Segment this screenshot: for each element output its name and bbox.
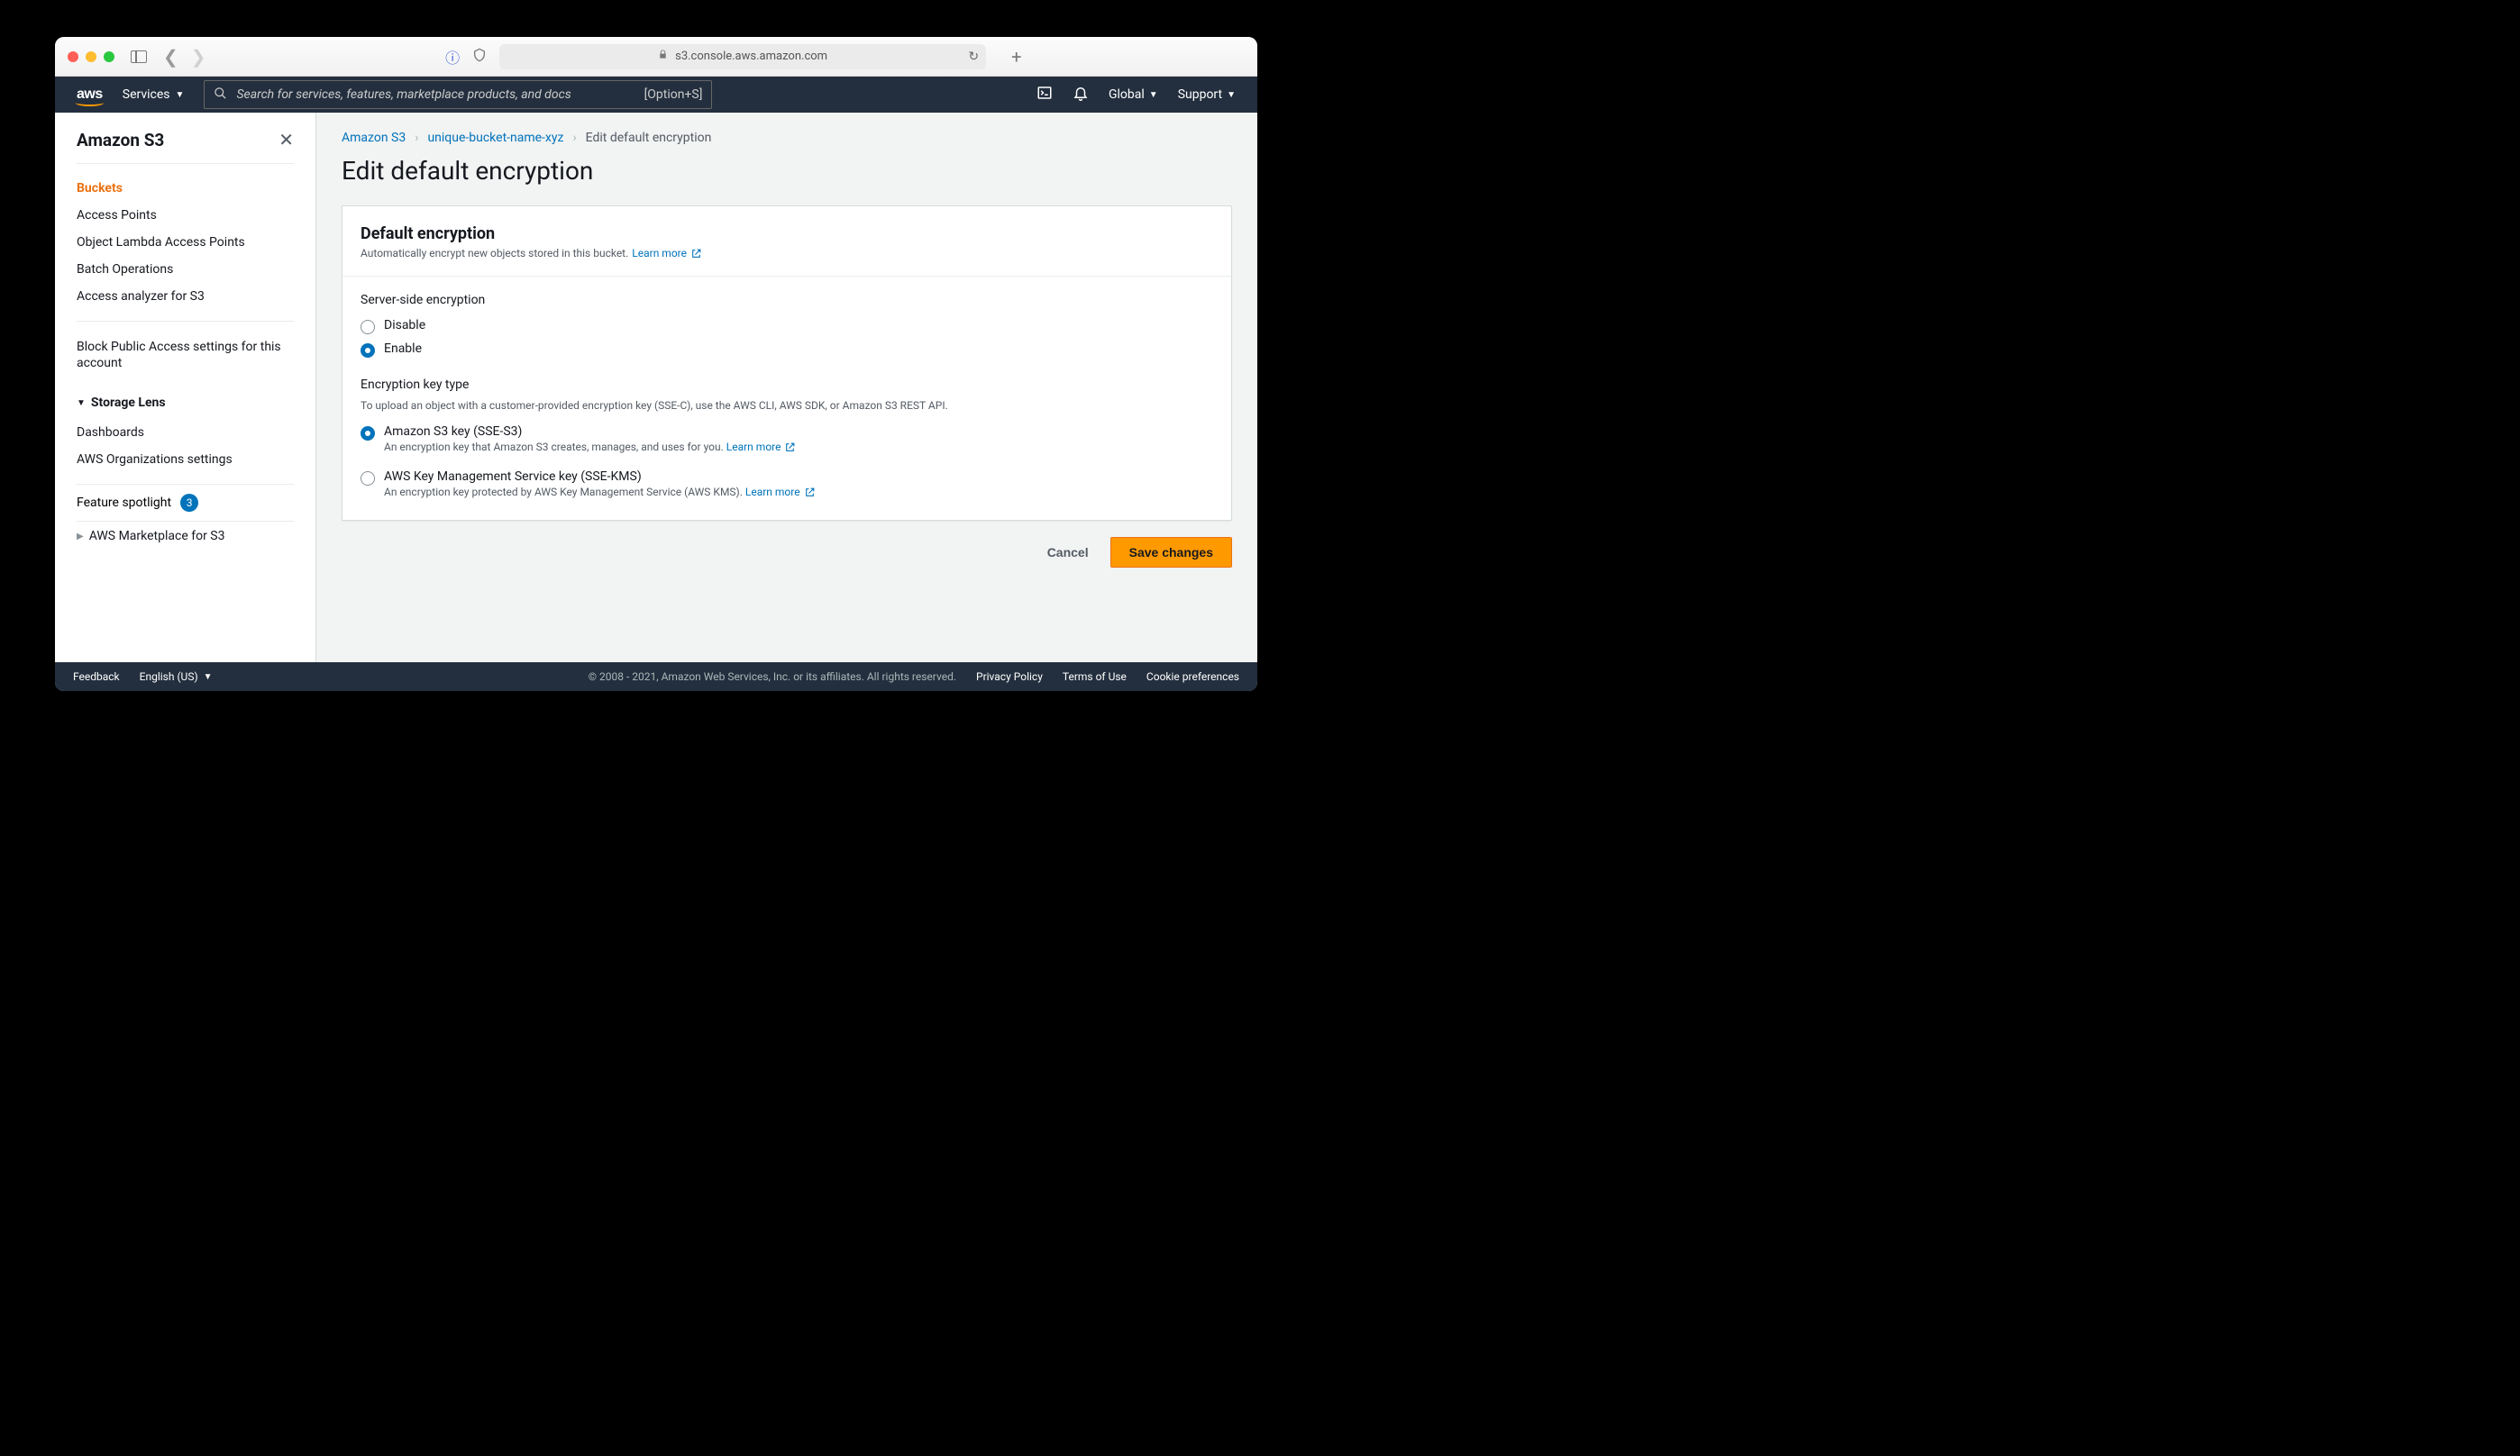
page-title: Edit default encryption [342, 156, 1232, 186]
traffic-lights [68, 51, 114, 62]
feature-spotlight[interactable]: Feature spotlight 3 [55, 485, 315, 521]
search-shortcut: [Option+S] [644, 87, 703, 102]
keytype-label: Encryption key type [361, 378, 1213, 392]
external-link-icon [804, 487, 816, 498]
aws-logo[interactable]: aws [77, 86, 103, 103]
breadcrumb-current: Edit default encryption [586, 131, 712, 145]
toggle-sidebar-icon[interactable] [131, 50, 147, 63]
sidebar-item-access-points[interactable]: Access Points [55, 202, 315, 229]
privacy-report-icon[interactable] [472, 48, 487, 66]
learn-more-link[interactable]: Learn more [745, 486, 816, 498]
save-changes-button[interactable]: Save changes [1110, 537, 1232, 568]
cookie-link[interactable]: Cookie preferences [1146, 670, 1239, 683]
browser-toolbar: ❮ ❯ ⓘ s3.console.aws.amazon.com ↻ + [55, 37, 1257, 77]
refresh-icon[interactable]: ↻ [968, 50, 979, 64]
sidebar-item-buckets[interactable]: Buckets [55, 175, 315, 202]
window-close-button[interactable] [68, 51, 78, 62]
breadcrumb: Amazon S3 › unique-bucket-name-xyz › Edi… [342, 131, 1232, 145]
chevron-down-icon: ▼ [204, 672, 213, 682]
radio-keytype-sse-s3[interactable]: Amazon S3 key (SSE-S3) An encryption key… [361, 421, 1213, 457]
nav-back-icon[interactable]: ❮ [163, 46, 178, 68]
region-selector[interactable]: Global▼ [1109, 87, 1158, 102]
sse-label: Server-side encryption [361, 293, 1213, 307]
action-row: Cancel Save changes [342, 537, 1232, 568]
new-tab-button[interactable]: + [1011, 46, 1021, 68]
chevron-down-icon: ▼ [1227, 90, 1236, 100]
language-selector[interactable]: English (US) ▼ [140, 670, 213, 683]
chevron-right-icon: › [572, 131, 576, 145]
panel-description: Automatically encrypt new objects stored… [361, 247, 628, 259]
aws-header: aws Services ▼ Search for services, feat… [55, 77, 1257, 113]
cloudshell-icon[interactable] [1036, 85, 1053, 105]
close-icon[interactable]: ✕ [278, 129, 294, 150]
chevron-right-icon: ▶ [77, 532, 84, 541]
learn-more-link[interactable]: Learn more [632, 247, 702, 259]
sidebar-item-org-settings[interactable]: AWS Organizations settings [55, 446, 315, 473]
sidebar-title: Amazon S3 [77, 130, 164, 150]
browser-window: ❮ ❯ ⓘ s3.console.aws.amazon.com ↻ + aws … [55, 37, 1257, 691]
global-search[interactable]: Search for services, features, marketpla… [204, 80, 712, 109]
learn-more-link[interactable]: Learn more [726, 441, 797, 453]
sidebar-item-object-lambda[interactable]: Object Lambda Access Points [55, 229, 315, 256]
panel-title: Default encryption [361, 224, 1213, 243]
breadcrumb-root[interactable]: Amazon S3 [342, 131, 406, 145]
footer: Feedback English (US) ▼ © 2008 - 2021, A… [55, 662, 1257, 691]
sidebar-item-marketplace[interactable]: ▶ AWS Marketplace for S3 [55, 522, 315, 551]
services-menu[interactable]: Services ▼ [123, 87, 185, 102]
privacy-link[interactable]: Privacy Policy [976, 670, 1043, 683]
notifications-icon[interactable] [1073, 85, 1089, 105]
cancel-button[interactable]: Cancel [1047, 545, 1089, 560]
services-label: Services [123, 87, 170, 102]
chevron-down-icon: ▼ [77, 398, 86, 408]
window-minimize-button[interactable] [86, 51, 96, 62]
copyright-text: © 2008 - 2021, Amazon Web Services, Inc.… [589, 670, 956, 683]
radio-icon [361, 343, 375, 358]
radio-sse-enable[interactable]: Enable [361, 338, 1213, 361]
radio-sse-disable[interactable]: Disable [361, 314, 1213, 338]
sidebar-item-block-public-access[interactable]: Block Public Access settings for this ac… [55, 332, 315, 378]
terms-link[interactable]: Terms of Use [1063, 670, 1127, 683]
radio-icon [361, 471, 375, 486]
search-icon [214, 86, 227, 104]
breadcrumb-bucket[interactable]: unique-bucket-name-xyz [427, 131, 563, 145]
external-link-icon [690, 248, 702, 259]
chevron-down-icon: ▼ [176, 90, 185, 100]
radio-icon [361, 320, 375, 334]
lock-icon [658, 50, 668, 63]
sidebar: Amazon S3 ✕ Buckets Access Points Object… [55, 113, 316, 662]
nav-forward-icon[interactable]: ❯ [191, 46, 206, 68]
encryption-panel: Default encryption Automatically encrypt… [342, 205, 1232, 521]
main-content: Amazon S3 › unique-bucket-name-xyz › Edi… [316, 113, 1257, 662]
password-manager-icon[interactable]: ⓘ [445, 46, 460, 68]
window-maximize-button[interactable] [104, 51, 114, 62]
search-placeholder: Search for services, features, marketpla… [236, 87, 571, 102]
chevron-right-icon: › [415, 131, 418, 145]
support-menu[interactable]: Support▼ [1178, 87, 1236, 102]
sidebar-item-access-analyzer[interactable]: Access analyzer for S3 [55, 283, 315, 310]
feedback-link[interactable]: Feedback [73, 670, 120, 683]
sidebar-item-batch-operations[interactable]: Batch Operations [55, 256, 315, 283]
radio-icon [361, 426, 375, 441]
sidebar-section-storage-lens[interactable]: ▼ Storage Lens [55, 388, 315, 417]
url-host: s3.console.aws.amazon.com [675, 50, 827, 63]
feature-spotlight-badge: 3 [180, 494, 198, 512]
chevron-down-icon: ▼ [1149, 90, 1158, 100]
url-bar[interactable]: s3.console.aws.amazon.com ↻ [499, 44, 986, 69]
keytype-hint: To upload an object with a customer-prov… [361, 399, 1213, 412]
radio-keytype-sse-kms[interactable]: AWS Key Management Service key (SSE-KMS)… [361, 466, 1213, 502]
external-link-icon [784, 441, 796, 453]
sidebar-item-dashboards[interactable]: Dashboards [55, 419, 315, 446]
sidebar-nav-primary: Buckets Access Points Object Lambda Acce… [55, 164, 315, 321]
